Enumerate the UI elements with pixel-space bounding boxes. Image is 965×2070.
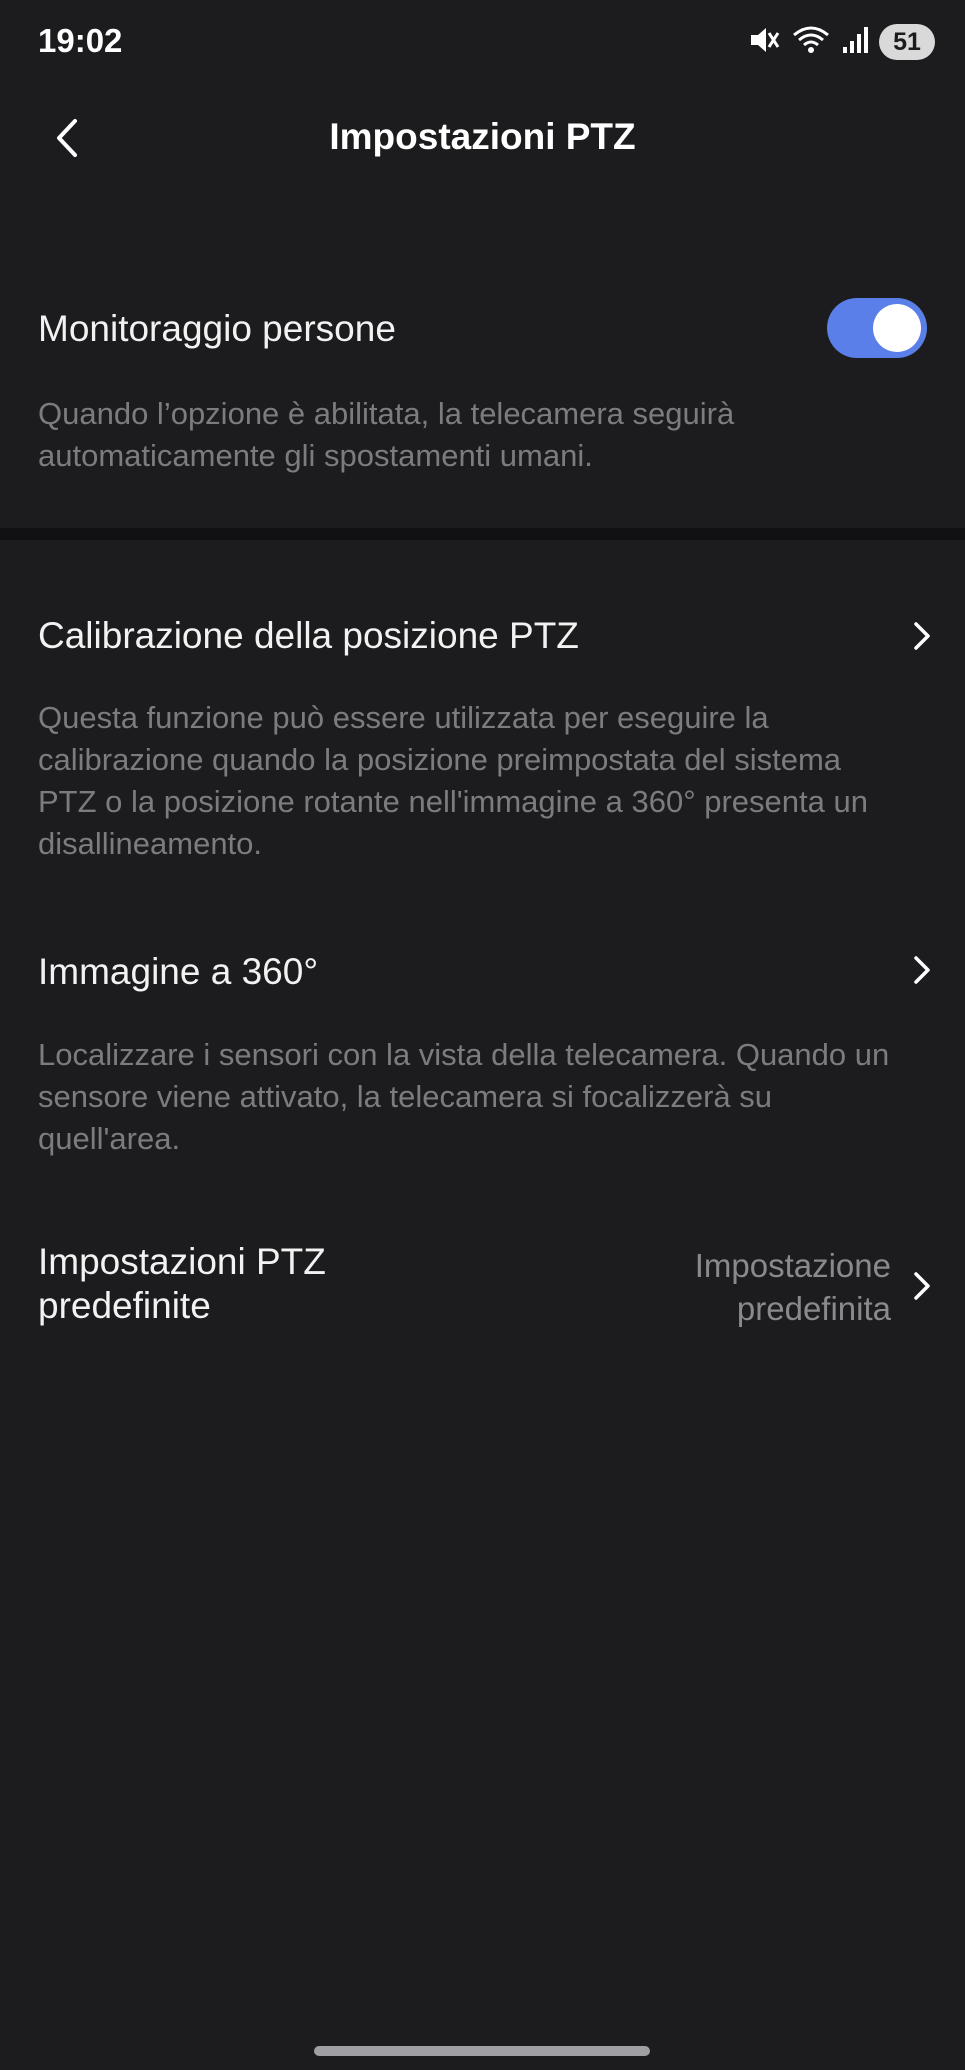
image-360-title: Immagine a 360°	[38, 951, 319, 992]
status-icons: 51	[747, 24, 935, 60]
mute-icon	[747, 25, 781, 60]
calibration-title: Calibrazione della posizione PTZ	[38, 615, 579, 656]
chevron-right-icon	[907, 616, 937, 656]
wifi-icon	[791, 25, 831, 60]
toggle-knob	[873, 304, 921, 352]
signal-icon	[841, 25, 869, 60]
status-time: 19:02	[38, 22, 123, 59]
section-divider	[0, 528, 965, 540]
image-360-description: Localizzare i sensori con la vista della…	[38, 1037, 890, 1156]
battery-indicator: 51	[879, 24, 935, 60]
chevron-right-icon	[907, 950, 937, 990]
ptz-default-value: Impostazione predefinita	[694, 1247, 891, 1327]
status-bar: 19:02 51	[0, 0, 965, 86]
page-title: Impostazioni PTZ	[329, 116, 636, 157]
person-tracking-description: Quando l’opzione è abilitata, la telecam…	[38, 396, 735, 473]
person-tracking-toggle[interactable]	[827, 298, 927, 358]
chevron-right-icon	[907, 1266, 937, 1306]
ptz-default-title: Impostazioni PTZ predefinite	[38, 1241, 326, 1326]
person-tracking-title: Monitoraggio persone	[38, 308, 396, 349]
nav-bar: Impostazioni PTZ	[0, 96, 965, 182]
calibration-description: Questa funzione può essere utilizzata pe…	[38, 700, 868, 861]
home-indicator[interactable]	[314, 2046, 650, 2056]
